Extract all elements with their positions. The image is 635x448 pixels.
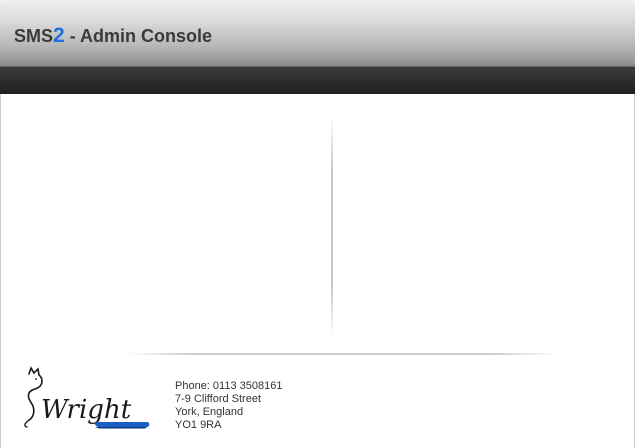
logo-wordmark: Wright — [41, 395, 132, 425]
contact-details: Phone: 0113 3508161 7-9 Clifford Street … — [175, 380, 282, 432]
page-title: SMS2 - Admin Console — [14, 24, 212, 48]
wright-logo: Wright — [19, 366, 153, 436]
contact-street: 7-9 Clifford Street — [175, 393, 262, 405]
wright-cat-logo-icon: Wright — [24, 366, 150, 429]
vertical-divider — [331, 116, 333, 338]
title-suffix: - Admin Console — [64, 26, 213, 46]
admin-console-window: SMS2 - Admin Console Wright Phone: 0113 … — [0, 0, 635, 448]
title-accent: 2 — [53, 24, 65, 47]
contact-city: York, England — [175, 406, 244, 418]
contact-phone: Phone: 0113 3508161 — [175, 380, 283, 392]
contact-postcode: YO1 9RA — [175, 419, 222, 431]
horizontal-divider — [126, 353, 558, 355]
title-prefix: SMS — [14, 26, 54, 46]
header-bar: SMS2 - Admin Console — [0, 0, 635, 94]
main-content: Wright Phone: 0113 3508161 7-9 Clifford … — [0, 94, 635, 448]
